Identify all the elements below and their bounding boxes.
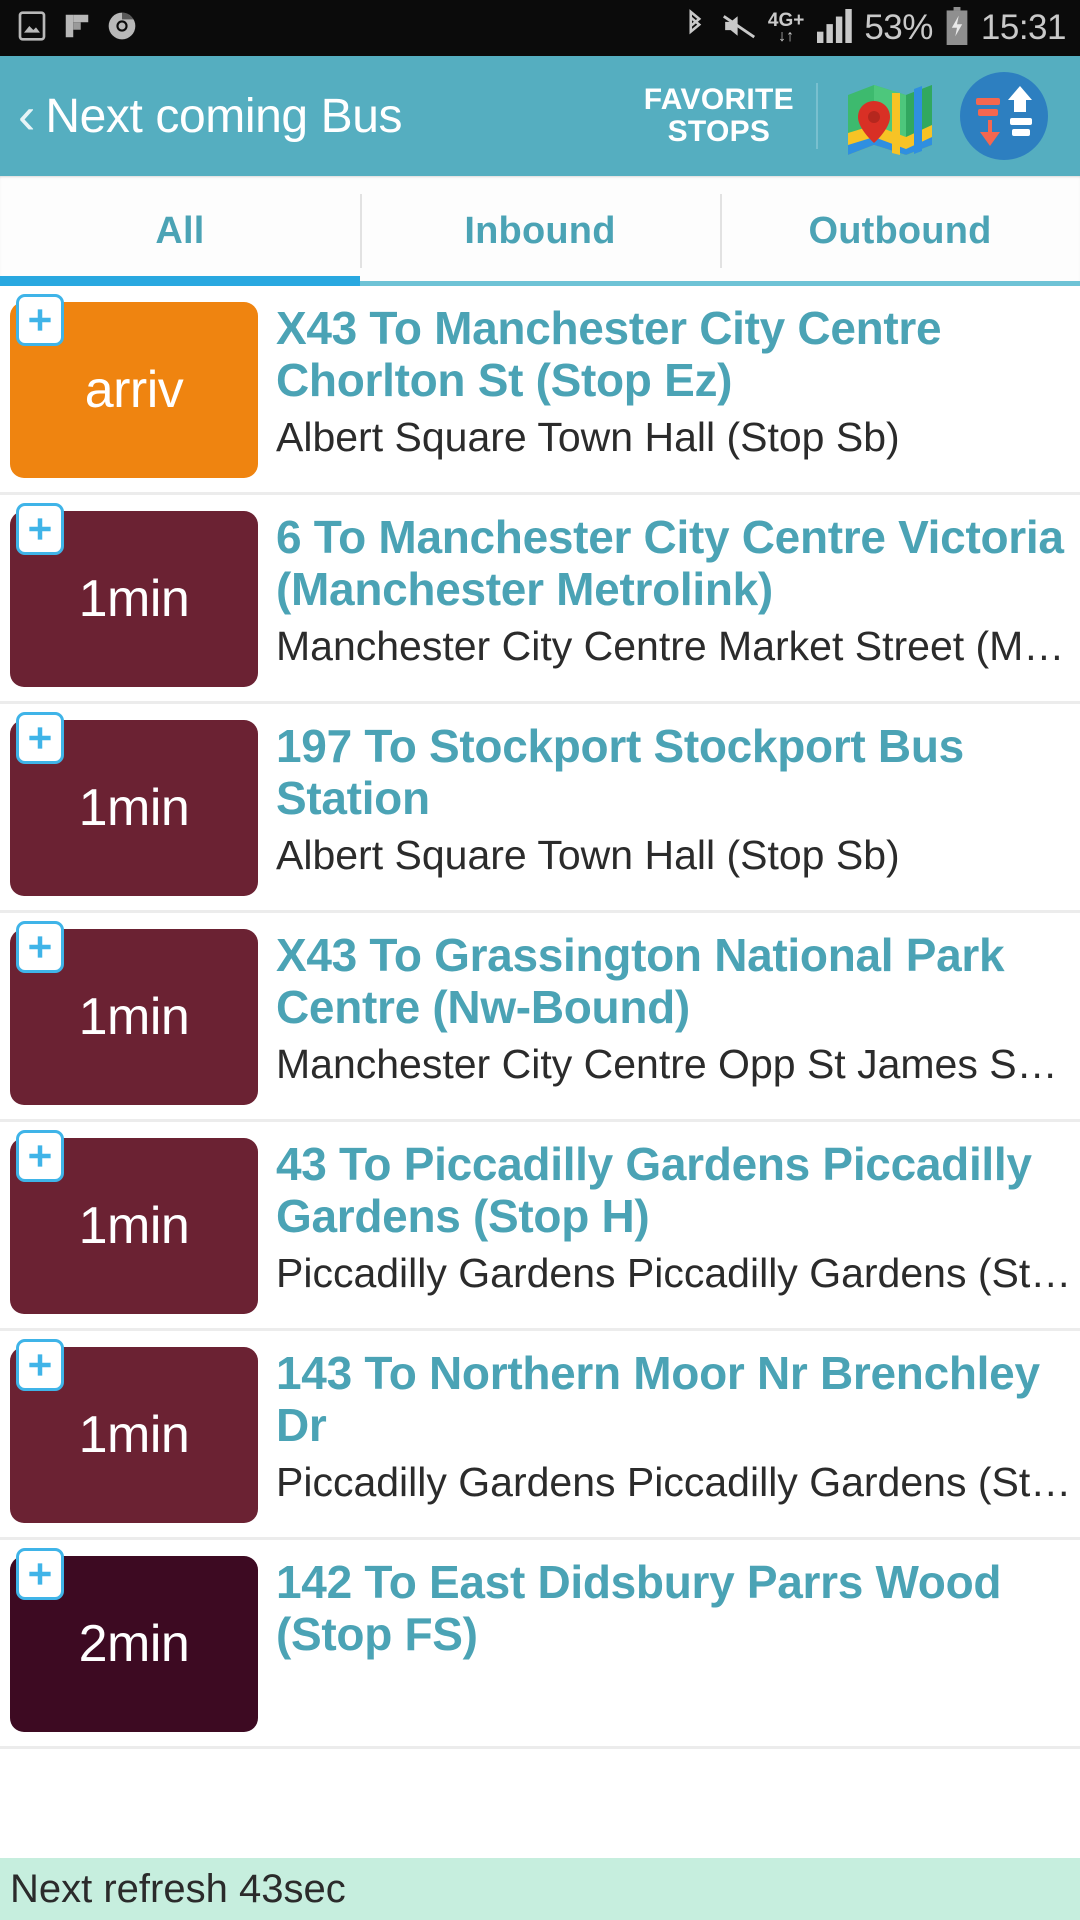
- bus-arrival-row[interactable]: 1min X43 To Grassington National Park Cen…: [0, 913, 1080, 1122]
- favorite-stops-line2: STOPS: [667, 115, 771, 148]
- route-title: 43 To Piccadilly Gardens Piccadilly Gard…: [276, 1138, 1032, 1243]
- arrival-text: 43 To Piccadilly Gardens Piccadilly Gard…: [276, 1138, 1080, 1298]
- stop-name: Manchester City Centre Market Street (M…: [276, 622, 1065, 669]
- route-title: 197 To Stockport Stockport Bus Station: [276, 720, 964, 825]
- app-bar: ‹ Next coming Bus FAVORITE STOPS: [0, 56, 1080, 176]
- tab-bar: All Inbound Outbound: [0, 176, 1080, 286]
- arrival-badge-wrap: 1min: [10, 1339, 258, 1523]
- sort-refresh-button[interactable]: [946, 68, 1062, 164]
- route-title: 6 To Manchester City Centre Victoria (Ma…: [276, 511, 1064, 616]
- plus-icon: [25, 932, 55, 962]
- plus-icon: [25, 1141, 55, 1171]
- add-favorite-button[interactable]: [16, 1548, 64, 1600]
- map-button[interactable]: [834, 75, 946, 157]
- add-favorite-button[interactable]: [16, 921, 64, 973]
- route-title: 143 To Northern Moor Nr Brenchley Dr: [276, 1347, 1040, 1452]
- add-favorite-button[interactable]: [16, 294, 64, 346]
- route-title: X43 To Manchester City Centre Chorlton S…: [276, 302, 942, 407]
- stop-name: Albert Square Town Hall (Stop Sb): [276, 413, 900, 460]
- bus-arrival-row[interactable]: 1min 197 To Stockport Stockport Bus Stati…: [0, 704, 1080, 913]
- status-bar-left-icons: [16, 10, 138, 47]
- arrival-text: 143 To Northern Moor Nr Brenchley Dr Picc…: [276, 1347, 1080, 1507]
- arrival-text: 142 To East Didsbury Parrs Wood (Stop FS…: [276, 1556, 1080, 1667]
- battery-percent-label: 53%: [864, 8, 933, 47]
- status-bar: 4G+ ↓↑ 53% 15:31: [0, 0, 1080, 56]
- arrival-badge-wrap: arriv: [10, 294, 258, 478]
- route-title: X43 To Grassington National Park Centre …: [276, 929, 1005, 1034]
- app-bar-divider: [816, 83, 818, 149]
- tab-inbound-label: Inbound: [464, 209, 616, 252]
- signal-bars-icon: [815, 8, 853, 48]
- flipboard-icon: [62, 11, 92, 46]
- bluetooth-icon: [680, 8, 710, 48]
- tab-outbound[interactable]: Outbound: [720, 176, 1080, 286]
- arrival-badge-wrap: 1min: [10, 712, 258, 896]
- sort-refresh-icon: [956, 68, 1052, 164]
- plus-icon: [25, 723, 55, 753]
- clock-label: 15:31: [980, 8, 1067, 47]
- arrival-badge-wrap: 1min: [10, 503, 258, 687]
- arrival-text: X43 To Manchester City Centre Chorlton S…: [276, 302, 1080, 462]
- bus-arrivals-list: arriv X43 To Manchester City Centre Chorl…: [0, 286, 1080, 1749]
- plus-icon: [25, 514, 55, 544]
- add-favorite-button[interactable]: [16, 1339, 64, 1391]
- plus-icon: [25, 1350, 55, 1380]
- stop-name: Piccadilly Gardens Piccadilly Gardens (S…: [276, 1458, 1072, 1505]
- arrival-badge-wrap: 2min: [10, 1548, 258, 1732]
- route-title: 142 To East Didsbury Parrs Wood (Stop FS…: [276, 1556, 1002, 1661]
- arrival-badge-wrap: 1min: [10, 921, 258, 1105]
- chrome-icon: [106, 10, 138, 47]
- battery-charging-icon: [944, 6, 970, 50]
- plus-icon: [25, 305, 55, 335]
- refresh-status-label: Next refresh 43sec: [10, 1866, 346, 1911]
- tab-inbound[interactable]: Inbound: [360, 176, 720, 286]
- gallery-icon: [16, 10, 48, 47]
- favorite-stops-line1: FAVORITE: [643, 82, 794, 116]
- refresh-status-bar: Next refresh 43sec: [0, 1858, 1080, 1920]
- stop-name: Manchester City Centre Opp St James Sq…: [276, 1040, 1074, 1087]
- back-button[interactable]: ‹: [14, 90, 39, 142]
- tab-all-indicator: [0, 276, 360, 286]
- tab-outbound-label: Outbound: [808, 209, 992, 252]
- bus-arrival-row[interactable]: 1min 143 To Northern Moor Nr Brenchley Dr…: [0, 1331, 1080, 1540]
- mute-icon: [721, 11, 757, 46]
- data-transfer-icon: 4G+ ↓↑: [767, 9, 805, 45]
- bus-arrival-row[interactable]: 1min 43 To Piccadilly Gardens Piccadilly …: [0, 1122, 1080, 1331]
- status-bar-right-icons: 4G+ ↓↑ 53% 15:31: [680, 6, 1067, 50]
- arrival-text: X43 To Grassington National Park Centre …: [276, 929, 1080, 1089]
- add-favorite-button[interactable]: [16, 712, 64, 764]
- page-title: Next coming Bus: [45, 89, 403, 143]
- bus-arrival-row[interactable]: arriv X43 To Manchester City Centre Chorl…: [0, 286, 1080, 495]
- arrival-badge-wrap: 1min: [10, 1130, 258, 1314]
- tab-all[interactable]: All: [0, 176, 360, 286]
- bus-arrival-row[interactable]: 1min 6 To Manchester City Centre Victoria…: [0, 495, 1080, 704]
- arrival-text: 6 To Manchester City Centre Victoria (Ma…: [276, 511, 1080, 671]
- add-favorite-button[interactable]: [16, 1130, 64, 1182]
- tab-all-label: All: [155, 209, 205, 252]
- arrival-text: 197 To Stockport Stockport Bus Station Al…: [276, 720, 1080, 880]
- stop-name: Albert Square Town Hall (Stop Sb): [276, 831, 900, 878]
- stop-name: Piccadilly Gardens Piccadilly Gardens (S…: [276, 1249, 1072, 1296]
- map-icon: [844, 75, 936, 157]
- plus-icon: [25, 1559, 55, 1589]
- bus-arrival-row[interactable]: 2min 142 To East Didsbury Parrs Wood (Sto…: [0, 1540, 1080, 1749]
- favorite-stops-button[interactable]: FAVORITE STOPS: [630, 82, 808, 149]
- add-favorite-button[interactable]: [16, 503, 64, 555]
